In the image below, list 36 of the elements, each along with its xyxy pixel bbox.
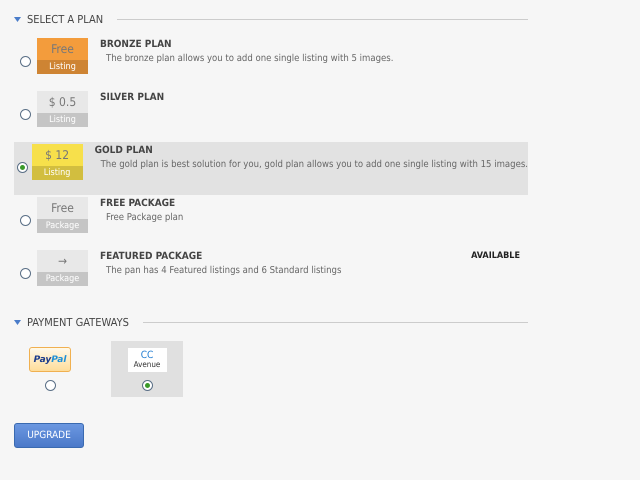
radio-button[interactable] xyxy=(20,268,31,279)
price-unit: Listing xyxy=(37,60,88,74)
price: → xyxy=(56,253,68,270)
selected-gateway[interactable]: CC Avenue xyxy=(111,341,183,397)
price: $ 12 xyxy=(44,147,70,164)
radio-button[interactable] xyxy=(44,380,56,391)
plan-description: The pan has 4 Featured listings and 6 Standard listings xyxy=(105,265,342,276)
price-unit: Package xyxy=(37,219,88,233)
caret-icon[interactable] xyxy=(14,320,21,324)
plan-description: The gold plan is best solution for you, gold plan allows you to add one single listing with 15 images. xyxy=(100,159,528,170)
plan-title: GOLD PLAN xyxy=(94,145,153,156)
section-title: SELECT A PLAN xyxy=(27,12,104,26)
availability-label: AVAILABLE xyxy=(471,251,520,262)
price-unit: Listing xyxy=(32,166,83,180)
plan-title: FREE PACKAGE xyxy=(100,198,176,209)
section-title: PAYMENT GATEWAYS xyxy=(27,316,129,328)
radio-button[interactable] xyxy=(20,56,31,67)
radio-button[interactable] xyxy=(20,215,31,226)
price-unit: Listing xyxy=(37,113,88,127)
radio-button[interactable] xyxy=(142,380,152,390)
plan-title: FEATURED PACKAGE xyxy=(100,251,202,262)
paypal-logo: PayPal xyxy=(29,347,71,372)
plan-description: The bronze plan allows you to add one single listing with 5 images. xyxy=(105,53,394,64)
plan-title: SILVER PLAN xyxy=(100,92,164,103)
plan-description: Free Package plan xyxy=(105,212,184,223)
price: $ 0.5 xyxy=(48,94,78,111)
upgrade-button[interactable]: UPGRADE xyxy=(14,423,84,448)
plan-title: BRONZE PLAN xyxy=(100,39,172,50)
price-unit: Package xyxy=(37,272,88,286)
radio-button[interactable] xyxy=(20,109,31,120)
caret-icon[interactable] xyxy=(14,16,21,22)
selected-plan-row[interactable]: $ 12 Listing GOLD PLAN The gold plan is best solution for you, gold plan allows you to add one single listing with 15 images. xyxy=(14,142,528,195)
price: Free xyxy=(50,41,75,58)
price: Free xyxy=(50,200,75,217)
ccavenue-logo: CC Avenue xyxy=(128,348,166,372)
radio-button[interactable] xyxy=(17,162,28,173)
